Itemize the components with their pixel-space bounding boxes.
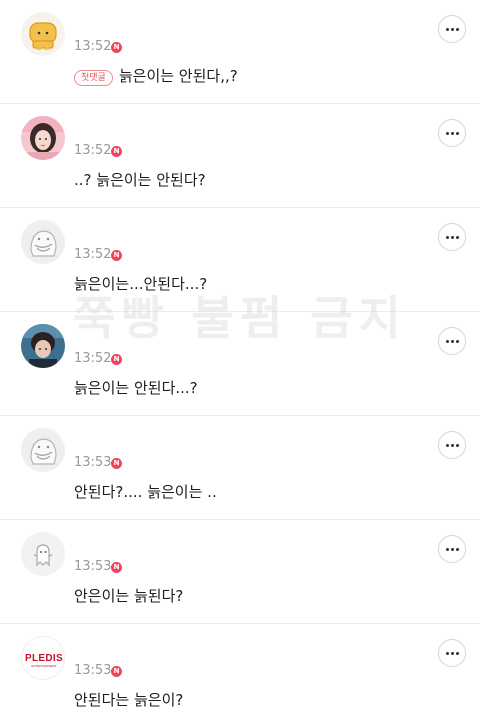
comment-item: 13:52 N 첫댓글 늙은이는 안된다,,? xyxy=(0,0,480,104)
small-ghost-icon xyxy=(21,532,65,576)
comment-item: 13:53 N 안은이는 늙된다? xyxy=(0,520,480,624)
dot-icon xyxy=(445,547,449,551)
dot-icon xyxy=(450,547,454,551)
ghost-character-icon xyxy=(21,428,65,472)
comment-text: 안된다는 늙은이? xyxy=(74,691,184,709)
dot-icon xyxy=(445,339,449,343)
more-options-button[interactable] xyxy=(438,223,466,251)
more-options-button[interactable] xyxy=(438,535,466,563)
dot-icon xyxy=(450,235,454,239)
avatar[interactable]: PLEDIS ENTERTAINMENT xyxy=(21,636,65,680)
dot-icon xyxy=(445,443,449,447)
comment-time: 13:52 xyxy=(74,39,112,54)
dot-icon xyxy=(445,235,449,239)
dot-icon xyxy=(455,131,459,135)
avatar[interactable] xyxy=(21,12,65,56)
new-badge: N xyxy=(111,666,122,677)
avatar[interactable] xyxy=(21,116,65,160)
dot-icon xyxy=(455,651,459,655)
user-photo-girl xyxy=(21,116,65,160)
new-badge: N xyxy=(111,354,122,365)
new-badge: N xyxy=(111,250,122,261)
dot-icon xyxy=(455,235,459,239)
dot-icon xyxy=(455,339,459,343)
comment-item: 13:52 N 늙은이는...안된다...? xyxy=(0,208,480,312)
comment-time: 13:53 xyxy=(74,559,112,574)
avatar[interactable] xyxy=(21,532,65,576)
new-badge: N xyxy=(111,42,122,53)
comment-text: 안은이는 늙된다? xyxy=(74,587,184,605)
bread-character-icon xyxy=(21,12,65,56)
dot-icon xyxy=(445,27,449,31)
dot-icon xyxy=(450,443,454,447)
dot-icon xyxy=(450,131,454,135)
dot-icon xyxy=(450,27,454,31)
comment-text: ..? 늙은이는 안된다? xyxy=(74,171,206,189)
dot-icon xyxy=(450,339,454,343)
logo-subtext: ENTERTAINMENT xyxy=(31,664,56,668)
comment-item: 13:52 N ..? 늙은이는 안된다? xyxy=(0,104,480,208)
more-options-button[interactable] xyxy=(438,15,466,43)
comment-text: 늙은이는...안된다...? xyxy=(74,275,208,293)
comment-time: 13:52 xyxy=(74,247,112,262)
pledis-logo: PLEDIS ENTERTAINMENT xyxy=(22,637,64,679)
avatar[interactable] xyxy=(21,324,65,368)
comment-time: 13:52 xyxy=(74,351,112,366)
comment-time: 13:53 xyxy=(74,455,112,470)
comment-item: 13:52 N 늙은이는 안된다...? xyxy=(0,312,480,416)
comment-text: 안된다?.... 늙은이는 .. xyxy=(74,483,217,501)
comment-time: 13:53 xyxy=(74,663,112,678)
comment-item: PLEDIS ENTERTAINMENT 13:53 N 안된다는 늙은이? xyxy=(0,624,480,712)
comment-feed: 13:52 N 첫댓글 늙은이는 안된다,,? 13:52 N ..? 늙은이는 … xyxy=(0,0,480,712)
more-options-button[interactable] xyxy=(438,327,466,355)
dot-icon xyxy=(445,651,449,655)
more-options-button[interactable] xyxy=(438,119,466,147)
logo-text: PLEDIS xyxy=(25,653,63,664)
ghost-character-icon xyxy=(21,220,65,264)
comment-text: 첫댓글 늙은이는 안된다,,? xyxy=(74,66,238,86)
comment-time: 13:52 xyxy=(74,143,112,158)
more-options-button[interactable] xyxy=(438,639,466,667)
new-badge: N xyxy=(111,146,122,157)
comment-body: 늙은이는 안된다,,? xyxy=(118,67,238,85)
comment-text: 늙은이는 안된다...? xyxy=(74,379,198,397)
dot-icon xyxy=(450,651,454,655)
avatar[interactable] xyxy=(21,428,65,472)
avatar[interactable] xyxy=(21,220,65,264)
comment-item: 13:53 N 안된다?.... 늙은이는 .. xyxy=(0,416,480,520)
dot-icon xyxy=(455,443,459,447)
new-badge: N xyxy=(111,458,122,469)
user-photo-boy xyxy=(21,324,65,368)
more-options-button[interactable] xyxy=(438,431,466,459)
dot-icon xyxy=(455,27,459,31)
new-badge: N xyxy=(111,562,122,573)
dot-icon xyxy=(455,547,459,551)
dot-icon xyxy=(445,131,449,135)
first-comment-badge: 첫댓글 xyxy=(74,70,113,86)
